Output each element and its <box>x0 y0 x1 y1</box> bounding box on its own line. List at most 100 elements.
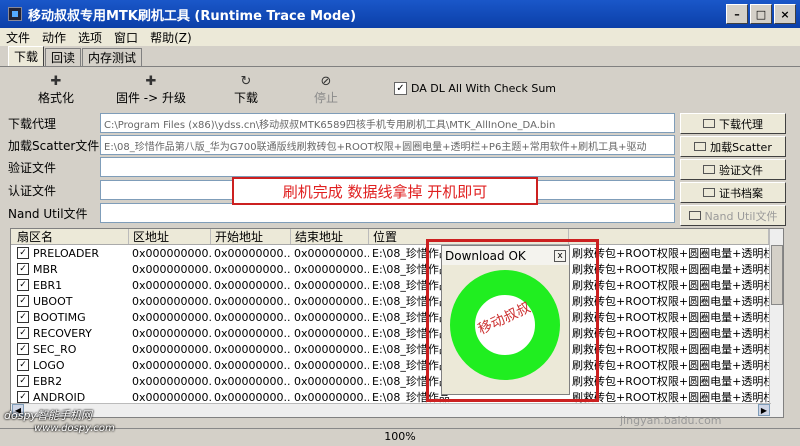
menu-window[interactable]: 窗口 <box>114 29 138 46</box>
tab-readback[interactable]: 回读 <box>45 48 82 66</box>
dialog-title: Download OK <box>445 248 526 263</box>
folder-icon <box>703 119 715 128</box>
table-row[interactable]: ✓ LOGO 0x000000000... 0x00000000... 0x000… <box>11 357 783 373</box>
dospy-watermark: dospy智能手机网 www.dospy.com <box>4 407 115 434</box>
end-address: 0x00000000... <box>294 246 369 260</box>
row-checkbox[interactable]: ✓ <box>17 295 29 307</box>
row-checkbox[interactable]: ✓ <box>17 359 29 371</box>
upgrade-button[interactable]: ✚ 固件 -> 升级 <box>96 69 206 106</box>
tab-memory-test[interactable]: 内存测试 <box>82 48 143 66</box>
region-address: 0x000000000... <box>132 246 211 260</box>
row-checkbox[interactable]: ✓ <box>17 263 29 275</box>
nand-label: Nand Util文件 <box>8 206 88 221</box>
download-button[interactable]: ↻ 下载 <box>206 69 286 106</box>
menu-help[interactable]: 帮助(Z) <box>150 29 192 46</box>
format-button[interactable]: ✚ 格式化 <box>16 69 96 106</box>
close-button[interactable]: × <box>774 4 796 24</box>
region-address: 0x000000000... <box>132 342 211 356</box>
maximize-button[interactable]: □ <box>750 4 772 24</box>
end-address: 0x00000000... <box>294 326 369 340</box>
refresh-icon: ↻ <box>240 74 252 89</box>
menu-options[interactable]: 选项 <box>78 29 102 46</box>
stop-icon: ⊘ <box>320 74 332 89</box>
row-checkbox[interactable]: ✓ <box>17 375 29 387</box>
end-address: 0x00000000... <box>294 278 369 292</box>
tab-bar: 下载 回读 内存测试 <box>0 46 800 67</box>
format-icon: ✚ <box>50 74 62 89</box>
vertical-scrollbar[interactable] <box>769 229 783 417</box>
load-scatter-button[interactable]: 加载Scatter <box>680 136 786 157</box>
table-row[interactable]: ✓ UBOOT 0x000000000... 0x00000000... 0x00… <box>11 293 783 309</box>
baidu-watermark: jingyan.baidu.com <box>620 414 722 427</box>
dospy-url: www.dospy.com <box>34 423 115 434</box>
upgrade-label: 固件 -> 升级 <box>115 91 186 105</box>
scroll-thumb[interactable] <box>771 245 783 305</box>
folder-icon <box>703 165 715 174</box>
nand-util-button[interactable]: Nand Util文件 <box>680 205 786 226</box>
table-row[interactable]: ✓ SEC_RO 0x000000000... 0x00000000... 0x0… <box>11 341 783 357</box>
start-address: 0x00000000... <box>214 310 291 324</box>
auth-file-button[interactable]: 验证文件 <box>680 159 786 180</box>
col-start-header[interactable]: 开始地址 <box>211 229 291 244</box>
partition-name: EBR2 <box>33 374 63 388</box>
location-tail: 刷救砖包+ROOT权限+圆圈电量+透明栏 <box>572 359 769 372</box>
partition-table: 扇区名 区地址 开始地址 结束地址 位置 ✓ PRELOADER 0x000000… <box>10 228 784 418</box>
start-address: 0x00000000... <box>214 342 291 356</box>
col-end-header[interactable]: 结束地址 <box>291 229 369 244</box>
scatter-field[interactable]: E:\08_珍惜作品第八版_华为G700联通版线刷救砖包+ROOT权限+圆圈电量… <box>100 135 675 155</box>
scatter-label: 加载Scatter文件 <box>8 138 100 153</box>
annotation-text: 刷机完成 数据线拿掉 开机即可 <box>282 182 488 201</box>
partition-name: BOOTIMG <box>33 310 86 324</box>
download-agent-button[interactable]: 下载代理 <box>680 113 786 134</box>
table-row[interactable]: ✓ MBR 0x000000000... 0x00000000... 0x0000… <box>11 261 783 277</box>
table-header: 扇区名 区地址 开始地址 结束地址 位置 <box>11 229 783 245</box>
table-row[interactable]: ✓ BOOTIMG 0x000000000... 0x00000000... 0x… <box>11 309 783 325</box>
tab-download[interactable]: 下载 <box>8 46 45 66</box>
row-checkbox[interactable]: ✓ <box>17 343 29 355</box>
menu-action[interactable]: 动作 <box>42 29 66 46</box>
folder-icon <box>703 188 715 197</box>
start-address: 0x00000000... <box>214 358 291 372</box>
cert-file-button[interactable]: 证书档案 <box>680 182 786 203</box>
region-address: 0x000000000... <box>132 294 211 308</box>
row-checkbox[interactable]: ✓ <box>17 247 29 259</box>
download-agent-field[interactable]: C:\Program Files (x86)\ydss.cn\移动叔叔MTK65… <box>100 113 675 133</box>
dialog-close-button[interactable]: x <box>554 249 566 262</box>
table-row[interactable]: ✓ EBR2 0x000000000... 0x00000000... 0x000… <box>11 373 783 389</box>
window-controls: – □ × <box>726 4 796 24</box>
partition-name: LOGO <box>33 358 65 372</box>
nand-field[interactable] <box>100 203 675 223</box>
row-checkbox[interactable]: ✓ <box>17 279 29 291</box>
checkbox-mark[interactable]: ✓ <box>394 82 407 95</box>
minimize-button[interactable]: – <box>726 4 748 24</box>
table-row[interactable]: ✓ EBR1 0x000000000... 0x00000000... 0x000… <box>11 277 783 293</box>
download-agent-label: 下载代理 <box>8 116 57 131</box>
cert-label: 认证文件 <box>8 183 57 198</box>
location-tail: 刷救砖包+ROOT权限+圆圈电量+透明栏 <box>572 375 769 388</box>
table-row[interactable]: ✓ PRELOADER 0x000000000... 0x00000000... … <box>11 245 783 261</box>
load-scatter-button-label: 加载Scatter <box>710 140 772 154</box>
row-checkbox[interactable]: ✓ <box>17 391 29 403</box>
status-bar: 100% <box>0 428 800 446</box>
download-agent-row: 下载代理 C:\Program Files (x86)\ydss.cn\移动叔叔… <box>8 113 675 133</box>
auth-field[interactable] <box>100 157 675 177</box>
download-label: 下载 <box>233 91 258 105</box>
stop-button[interactable]: ⊘ 停止 <box>286 69 366 106</box>
col-region-header[interactable]: 区地址 <box>129 229 211 244</box>
flash-complete-annotation: 刷机完成 数据线拿掉 开机即可 <box>232 177 538 205</box>
menu-file[interactable]: 文件 <box>6 29 30 46</box>
col-name-header[interactable]: 扇区名 <box>11 229 129 244</box>
table-row[interactable]: ✓ RECOVERY 0x000000000... 0x00000000... 0… <box>11 325 783 341</box>
partition-name: EBR1 <box>33 278 63 292</box>
checksum-checkbox[interactable]: ✓ DA DL All With Check Sum <box>394 82 556 95</box>
window-title: 移动叔叔专用MTK刷机工具 (Runtime Trace Mode) <box>28 8 357 24</box>
partition-name: MBR <box>33 262 58 276</box>
col-extra-header <box>569 229 769 244</box>
scroll-right-icon[interactable]: ▶ <box>758 404 770 416</box>
dialog-titlebar: Download OK x <box>442 246 569 265</box>
row-checkbox[interactable]: ✓ <box>17 327 29 339</box>
nand-util-button-label: Nand Util文件 <box>704 209 778 223</box>
start-address: 0x00000000... <box>214 246 291 260</box>
start-address: 0x00000000... <box>214 262 291 276</box>
row-checkbox[interactable]: ✓ <box>17 311 29 323</box>
